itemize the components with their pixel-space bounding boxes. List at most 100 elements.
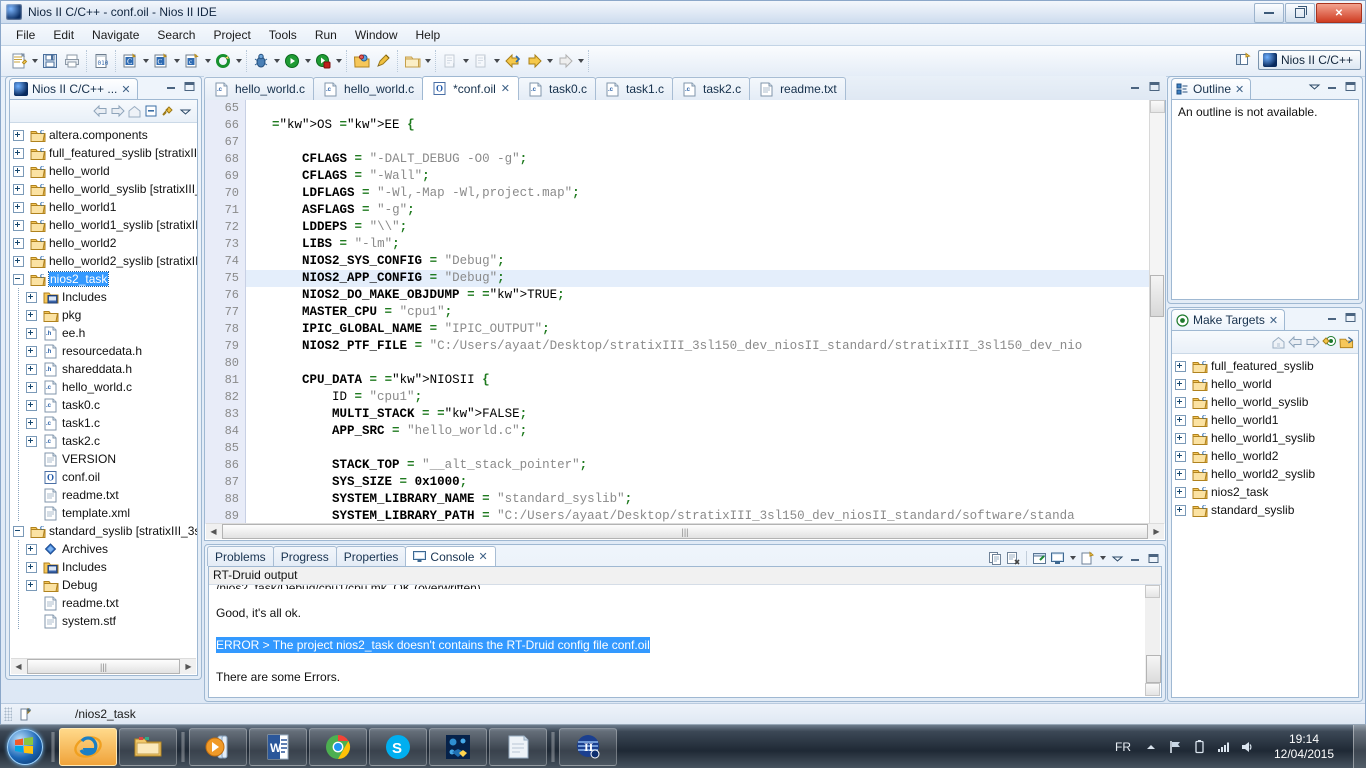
code-line[interactable]: NIOS2_APP_CONFIG = "Debug"; — [246, 270, 1149, 287]
make-target-item[interactable]: Chello_world — [1172, 375, 1358, 393]
expand-toggle-icon[interactable] — [25, 579, 38, 592]
expand-toggle-icon[interactable] — [25, 363, 38, 376]
clock[interactable]: 19:14 12/04/2015 — [1259, 732, 1349, 762]
code-line[interactable]: SYS_SIZE = 0x1000; — [246, 474, 1149, 491]
tree-item[interactable]: .c task0.c — [10, 396, 197, 414]
forward-dropdown-icon[interactable] — [545, 50, 554, 72]
start-button[interactable] — [2, 728, 48, 766]
code-line[interactable]: CFLAGS = "-DALT_DEBUG -O0 -g"; — [246, 151, 1149, 168]
save-icon[interactable] — [39, 50, 61, 72]
taskbar-internet-explorer[interactable] — [59, 727, 117, 766]
expand-toggle-icon[interactable] — [1174, 378, 1187, 391]
expand-toggle-icon[interactable] — [25, 417, 38, 430]
show-desktop-button[interactable] — [1353, 725, 1366, 768]
tree-item[interactable]: Chello_world1_syslib [stratixII — [10, 216, 197, 234]
tree-item[interactable]: Archives — [10, 540, 197, 558]
tree-item[interactable]: Cfull_featured_syslib [stratixII — [10, 144, 197, 162]
forward2-dropdown-icon[interactable] — [576, 50, 585, 72]
project-explorer-hscrollbar[interactable]: ◀ ||| ▶ — [11, 658, 196, 674]
menu-tools[interactable]: Tools — [260, 26, 306, 44]
scroll-thumb[interactable]: ||| — [222, 524, 1148, 539]
build-all-icon[interactable]: 010 — [90, 50, 112, 72]
marker-icon[interactable] — [372, 50, 394, 72]
refresh-icon[interactable] — [212, 50, 234, 72]
prev-annotation-dropdown-icon[interactable] — [461, 50, 470, 72]
menu-search[interactable]: Search — [148, 26, 204, 44]
network-icon[interactable] — [1213, 736, 1233, 758]
close-icon[interactable]: ✕ — [478, 550, 487, 563]
new-c-file-dropdown-icon[interactable] — [203, 50, 212, 72]
view-menu-icon[interactable] — [1307, 79, 1322, 94]
maximize-icon[interactable] — [1146, 551, 1161, 566]
taskbar-notepad[interactable] — [489, 727, 547, 766]
expand-toggle-icon[interactable] — [1174, 414, 1187, 427]
prev-annotation-icon[interactable] — [439, 50, 461, 72]
perspective-button-nios2[interactable]: Nios II C/C++ — [1257, 50, 1361, 70]
scroll-thumb[interactable]: ||| — [27, 659, 180, 674]
collapse-home-icon[interactable] — [127, 104, 142, 119]
expand-toggle-icon[interactable] — [12, 237, 25, 250]
make-target-item[interactable]: Chello_world1 — [1172, 411, 1358, 429]
expand-toggle-icon[interactable] — [25, 435, 38, 448]
code-line[interactable]: LDFLAGS = "-Wl,-Map -Wl,project.map"; — [246, 185, 1149, 202]
back-icon[interactable] — [501, 50, 523, 72]
make-target-item[interactable]: Cnios2_task — [1172, 483, 1358, 501]
menu-window[interactable]: Window — [346, 26, 407, 44]
tree-item[interactable]: Debug — [10, 576, 197, 594]
tree-item[interactable]: Cstandard_syslib [stratixIII_3sl — [10, 522, 197, 540]
maximize-icon[interactable] — [182, 79, 197, 94]
console-tab[interactable]: Progress — [272, 546, 337, 566]
menu-file[interactable]: File — [7, 26, 44, 44]
maximize-icon[interactable] — [1343, 310, 1358, 325]
menu-edit[interactable]: Edit — [44, 26, 83, 44]
volume-icon[interactable] — [1237, 736, 1257, 758]
console-output[interactable]: /nios2_task/Debug/cpu1/cpu.mk OK (overwr… — [210, 585, 1144, 696]
code-line[interactable]: CPU_DATA = ="kw">NIOSII { — [246, 372, 1149, 389]
console-tab[interactable]: Console ✕ — [405, 546, 496, 566]
display-console-icon[interactable] — [1050, 551, 1065, 566]
link-editor-icon[interactable] — [161, 104, 176, 119]
battery-icon[interactable] — [1189, 736, 1209, 758]
tree-item[interactable]: Chello_world2 — [10, 234, 197, 252]
expand-toggle-icon[interactable] — [12, 183, 25, 196]
code-line[interactable]: ASFLAGS = "-g"; — [246, 202, 1149, 219]
editor-tab[interactable]: .c hello_world.c — [313, 77, 424, 100]
code-line[interactable]: SYSTEM_LIBRARY_NAME = "standard_syslib"; — [246, 491, 1149, 508]
scroll-right-icon[interactable]: ▶ — [1149, 525, 1164, 538]
open-type-icon[interactable] — [401, 50, 423, 72]
code-line[interactable]: LIBS = "-lm"; — [246, 236, 1149, 253]
expand-toggle-icon[interactable] — [25, 399, 38, 412]
taskbar-skype[interactable]: S — [369, 727, 427, 766]
console-vscrollbar[interactable] — [1145, 585, 1161, 696]
forward-icon[interactable] — [523, 50, 545, 72]
expand-toggle-icon[interactable] — [25, 309, 38, 322]
taskbar-word[interactable]: W — [249, 727, 307, 766]
expand-toggle-icon[interactable] — [25, 327, 38, 340]
new-wizard-icon[interactable] — [8, 50, 30, 72]
code-line[interactable]: NIOS2_SYS_CONFIG = "Debug"; — [246, 253, 1149, 270]
taskbar-chrome[interactable] — [309, 727, 367, 766]
tree-item[interactable]: .h ee.h — [10, 324, 197, 342]
debug-dropdown-icon[interactable] — [272, 50, 281, 72]
make-target-item[interactable]: Chello_world1_syslib — [1172, 429, 1358, 447]
clear-console-icon[interactable] — [1006, 551, 1021, 566]
tree-item[interactable]: Includes — [10, 288, 197, 306]
tab-make-targets[interactable]: Make Targets ✕ — [1171, 309, 1286, 330]
show-hidden-icons-arrow-icon[interactable] — [1141, 736, 1161, 758]
run-stop-dropdown-icon[interactable] — [334, 50, 343, 72]
expand-toggle-icon[interactable] — [25, 561, 38, 574]
tree-item[interactable]: Chello_world — [10, 162, 197, 180]
code-line[interactable]: IPIC_GLOBAL_NAME = "IPIC_OUTPUT"; — [246, 321, 1149, 338]
expand-toggle-icon[interactable] — [1174, 504, 1187, 517]
make-targets-tree[interactable]: Cfull_featured_syslib Chello_world Chello_… — [1172, 354, 1358, 519]
console-tab[interactable]: Problems — [207, 546, 274, 566]
tree-item[interactable]: Oconf.oil — [10, 468, 197, 486]
make-target-item[interactable]: Cfull_featured_syslib — [1172, 357, 1358, 375]
tree-item[interactable]: Chello_world2_syslib [stratixII — [10, 252, 197, 270]
tree-item[interactable]: readme.txt — [10, 594, 197, 612]
expand-toggle-icon[interactable] — [25, 381, 38, 394]
editor-tab[interactable]: O *conf.oil ✕ — [422, 76, 520, 100]
expand-toggle-icon[interactable] — [12, 255, 25, 268]
code-line[interactable]: NIOS2_DO_MAKE_OBJDUMP = ="kw">TRUE; — [246, 287, 1149, 304]
new-cpp-project-dropdown-icon[interactable] — [172, 50, 181, 72]
